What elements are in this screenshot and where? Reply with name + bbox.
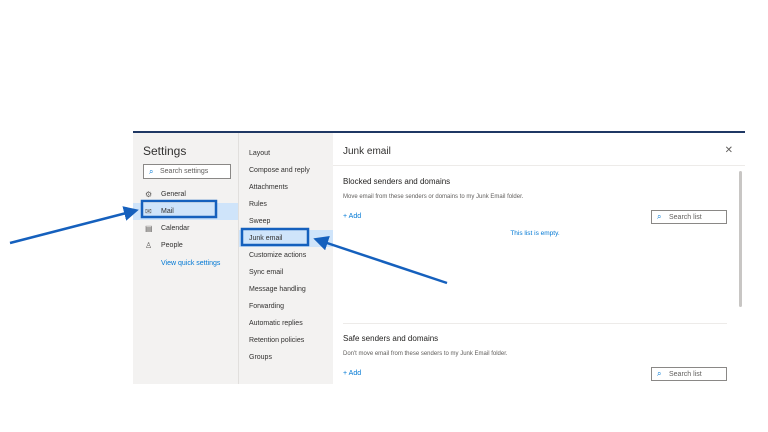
annotation-overlay [9,199,448,285]
arrow-to-junk-email [313,236,448,285]
arrow-to-mail [9,206,139,245]
junk-highlight-box [240,227,310,247]
mail-highlight-box [140,199,218,219]
